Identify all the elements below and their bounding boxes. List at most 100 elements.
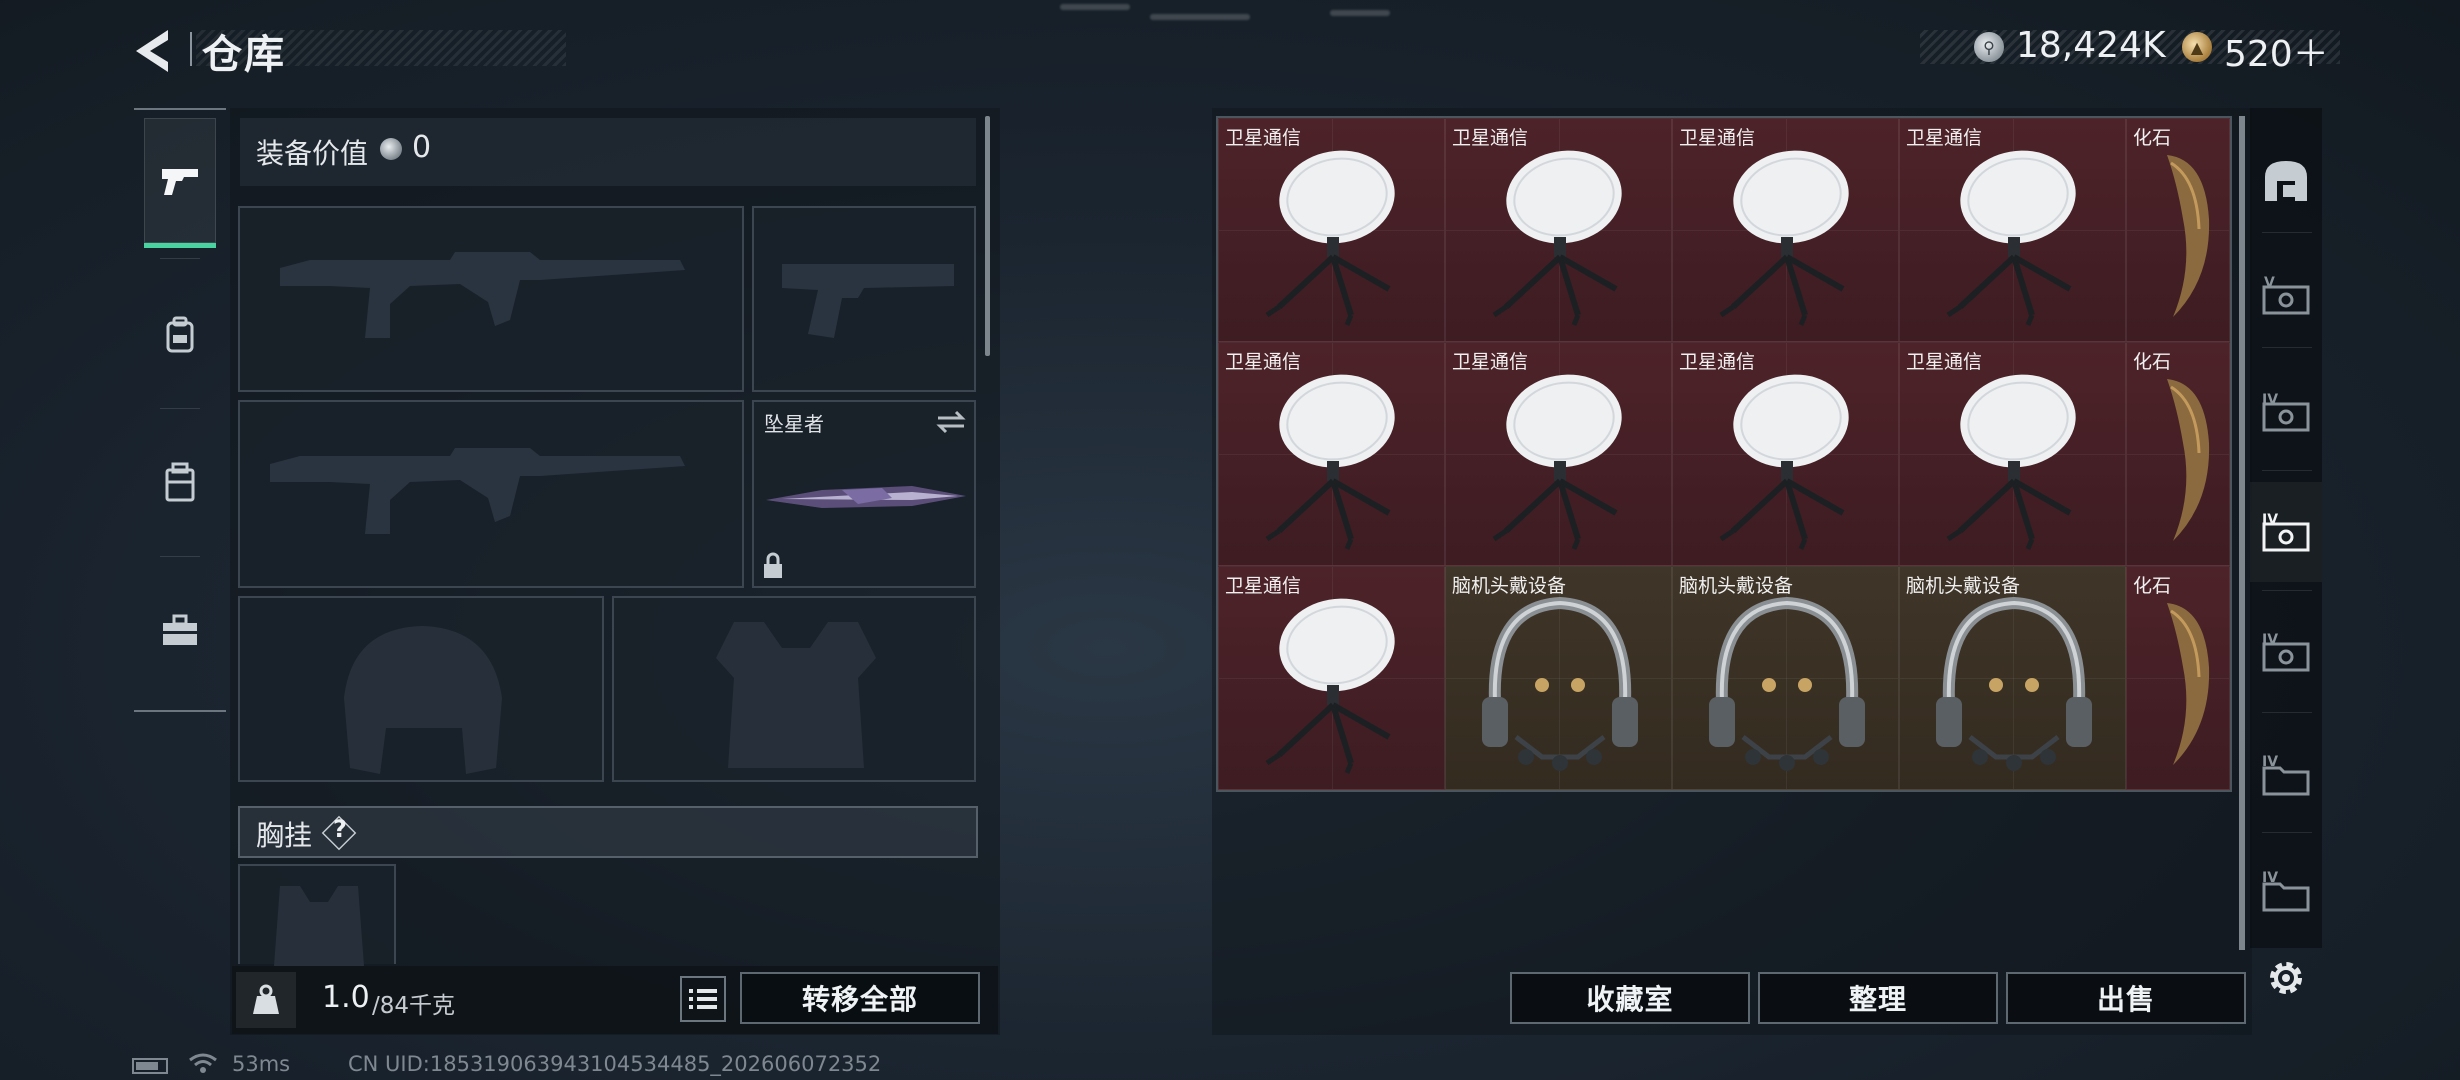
storage-item-dish[interactable]: 卫星通信 bbox=[1672, 342, 1899, 566]
svg-text:IV: IV bbox=[2262, 632, 2278, 648]
storage-item-dish[interactable]: 卫星通信 bbox=[1445, 342, 1672, 566]
storage-item-name: 卫星通信 bbox=[1225, 575, 1302, 597]
equip-value-label: 装备价值 bbox=[256, 137, 369, 170]
wifi-icon bbox=[189, 1053, 217, 1073]
storage-crate-iv-icon: IV bbox=[2262, 512, 2310, 552]
ping-readout: 53ms bbox=[232, 1052, 291, 1076]
sort-button[interactable]: 整理 bbox=[1758, 972, 1998, 1024]
armor-silhouette-icon bbox=[716, 622, 876, 768]
storage-item-dish[interactable]: 卫星通信 bbox=[1899, 118, 2126, 342]
storage-tab-4a[interactable]: IV bbox=[2250, 362, 2322, 462]
storage-item-dish[interactable]: 卫星通信 bbox=[1672, 118, 1899, 342]
category-backpack[interactable] bbox=[144, 270, 216, 400]
storage-item-name: 脑机头戴设备 bbox=[1906, 575, 2021, 597]
storage-item-name: 卫星通信 bbox=[1452, 127, 1529, 149]
category-container[interactable] bbox=[144, 418, 216, 548]
toolbox-icon bbox=[163, 614, 197, 645]
storage-item-headset[interactable]: 脑机头戴设备 bbox=[1899, 566, 2126, 790]
storage-item-claw[interactable]: 化石 bbox=[2126, 566, 2230, 790]
settings-button[interactable] bbox=[2260, 952, 2312, 1004]
storage-tab-home[interactable] bbox=[2250, 130, 2322, 230]
primary-weapon-slot-1[interactable] bbox=[238, 206, 744, 392]
dish-icon bbox=[1265, 598, 1395, 774]
storage-folder-iv-icon: IV bbox=[2262, 870, 2310, 912]
claw-icon bbox=[2167, 379, 2210, 541]
claw-icon bbox=[2167, 603, 2210, 765]
loadout-scrollbar[interactable] bbox=[985, 116, 990, 356]
coin-icon bbox=[380, 138, 402, 160]
collection-room-button[interactable]: 收藏室 bbox=[1510, 972, 1750, 1024]
storage-item-dish[interactable]: 卫星通信 bbox=[1218, 342, 1445, 566]
gold-amount[interactable]: 520＋ bbox=[2224, 25, 2329, 77]
category-weapons[interactable] bbox=[144, 118, 216, 248]
storage-item-dish[interactable]: 卫星通信 bbox=[1899, 342, 2126, 566]
svg-text:V: V bbox=[2264, 275, 2275, 291]
armor-slot[interactable] bbox=[612, 596, 976, 782]
storage-scrollbar[interactable] bbox=[2239, 116, 2245, 950]
storage-item-dish[interactable]: 卫星通信 bbox=[1218, 566, 1445, 790]
storage-item-name: 化石 bbox=[2133, 351, 2172, 373]
melee-name: 坠星者 bbox=[764, 412, 824, 436]
category-toolbox[interactable] bbox=[144, 566, 216, 696]
swap-icon[interactable] bbox=[936, 410, 966, 434]
helmet-silhouette-icon bbox=[344, 626, 502, 774]
dish-icon bbox=[1719, 150, 1849, 326]
chest-rig-slot[interactable] bbox=[238, 864, 396, 966]
dish-icon bbox=[1492, 374, 1622, 550]
sidearm-slot[interactable] bbox=[752, 206, 976, 392]
storage-item-name: 卫星通信 bbox=[1452, 351, 1529, 373]
storage-item-claw[interactable]: 化石 bbox=[2126, 342, 2230, 566]
title-divider bbox=[190, 32, 192, 66]
silver-amount: 18,424K bbox=[2016, 25, 2166, 66]
weight-current: 1.0 bbox=[322, 980, 370, 1015]
storage-home-icon bbox=[2265, 161, 2307, 201]
storage-item-name: 卫星通信 bbox=[1906, 127, 1983, 149]
equip-value: 0 bbox=[412, 130, 432, 165]
storage-tab-5[interactable]: V bbox=[2250, 245, 2322, 345]
back-arrow-icon bbox=[136, 30, 168, 72]
silver-coin-icon: ⚲ bbox=[1974, 32, 2004, 62]
storage-item-dish[interactable]: 卫星通信 bbox=[1218, 118, 1445, 342]
weight-max: /84千克 bbox=[372, 993, 456, 1019]
storage-item-headset[interactable]: 脑机头戴设备 bbox=[1672, 566, 1899, 790]
storage-item-name: 卫星通信 bbox=[1906, 351, 1983, 373]
storage-item-name: 化石 bbox=[2133, 127, 2172, 149]
primary-weapon-slot-2[interactable] bbox=[238, 400, 744, 588]
melee-slot[interactable]: 坠星者 bbox=[752, 400, 976, 588]
svg-text:IV: IV bbox=[2262, 512, 2278, 528]
storage-crate-iv-icon: IV bbox=[2262, 392, 2310, 432]
background-light bbox=[1060, 4, 1130, 10]
headset-icon bbox=[1482, 596, 1638, 771]
transfer-all-button[interactable]: 转移全部 bbox=[740, 972, 980, 1024]
dish-icon bbox=[1492, 150, 1622, 326]
list-view-button[interactable] bbox=[680, 976, 726, 1022]
helmet-slot[interactable] bbox=[238, 596, 604, 782]
storage-tab-4b[interactable]: IV bbox=[2250, 602, 2322, 702]
rifle-silhouette-icon bbox=[280, 252, 685, 338]
storage-crate-iv-icon: IV bbox=[2262, 632, 2310, 672]
storage-item-name: 脑机头戴设备 bbox=[1679, 575, 1794, 597]
sell-button[interactable]: 出售 bbox=[2006, 972, 2246, 1024]
storage-item-name: 卫星通信 bbox=[1679, 127, 1756, 149]
storage-item-claw[interactable]: 化石 bbox=[2126, 118, 2230, 342]
dish-icon bbox=[1946, 150, 2076, 326]
storage-tab-4d[interactable]: IV bbox=[2250, 842, 2322, 942]
storage-item-headset[interactable]: 脑机头戴设备 bbox=[1445, 566, 1672, 790]
background-light bbox=[1150, 14, 1250, 20]
storage-item-dish[interactable]: 卫星通信 bbox=[1445, 118, 1672, 342]
starfall-blade-icon bbox=[766, 486, 966, 508]
storage-tab-4-active[interactable]: IV bbox=[2250, 482, 2322, 582]
chest-rig-silhouette-icon bbox=[274, 886, 364, 966]
back-button[interactable] bbox=[128, 24, 182, 78]
lock-icon bbox=[764, 552, 782, 578]
storage-folder-iv-icon: IV bbox=[2262, 754, 2310, 796]
headset-icon bbox=[1936, 596, 2092, 771]
storage-item-name: 卫星通信 bbox=[1679, 351, 1756, 373]
svg-text:IV: IV bbox=[2262, 392, 2278, 408]
backpack-icon bbox=[166, 316, 194, 353]
headset-icon bbox=[1709, 596, 1865, 771]
storage-tab-4c[interactable]: IV bbox=[2250, 726, 2322, 826]
list-icon bbox=[689, 989, 717, 1009]
storage-crate-v-icon: V bbox=[2262, 275, 2310, 315]
page-title: 仓库 bbox=[202, 32, 286, 78]
